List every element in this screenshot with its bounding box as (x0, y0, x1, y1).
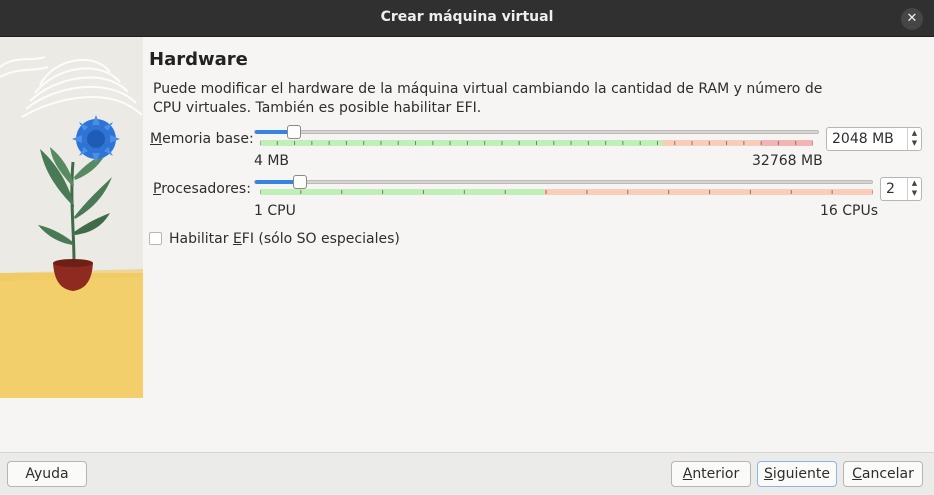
dialog-footer: Ayuda Anterior Siguiente Cancelar (0, 452, 934, 495)
title-bar: Crear máquina virtual ✕ (0, 0, 934, 37)
memory-slider[interactable] (254, 130, 819, 134)
processors-label: Procesadores: (153, 181, 251, 197)
memory-tick-marks (260, 141, 813, 145)
create-vm-dialog: Crear máquina virtual ✕ Hardware Puede m… (0, 0, 934, 495)
memory-slider-handle[interactable] (287, 125, 301, 139)
wizard-illustration (0, 37, 143, 398)
spin-arrows-icon[interactable]: ▲ ▼ (907, 128, 921, 150)
processors-tick-bar (260, 189, 873, 195)
processors-slider[interactable] (254, 180, 873, 184)
processors-min-label: 1 CPU (254, 203, 296, 219)
processors-max-label: 16 CPUs (820, 203, 879, 219)
memory-spinbox[interactable]: 2048 MB ▲ ▼ (826, 127, 922, 151)
efi-label[interactable]: Habilitar EFI (sólo SO especiales) (169, 231, 400, 247)
memory-max-label: 32768 MB (752, 153, 823, 169)
memory-tick-bar (260, 140, 813, 146)
back-button[interactable]: Anterior (671, 461, 751, 487)
memory-label: Memoria base: (150, 131, 254, 147)
cancel-button[interactable]: Cancelar (843, 461, 923, 487)
spin-arrows-icon[interactable]: ▲ ▼ (907, 178, 921, 200)
help-button[interactable]: Ayuda (7, 461, 87, 487)
page-description: Puede modificar el hardware de la máquin… (153, 81, 823, 116)
processors-slider-handle[interactable] (293, 175, 307, 189)
efi-checkbox[interactable] (149, 232, 162, 245)
processors-tick-marks (260, 190, 873, 194)
page-title: Hardware (149, 49, 248, 70)
memory-value[interactable]: 2048 MB (832, 131, 894, 147)
processors-spinbox[interactable]: 2 ▲ ▼ (880, 177, 922, 201)
close-icon[interactable]: ✕ (901, 8, 923, 30)
window-title: Crear máquina virtual (380, 9, 554, 25)
processors-value[interactable]: 2 (886, 181, 895, 197)
next-button[interactable]: Siguiente (757, 461, 837, 487)
memory-min-label: 4 MB (254, 153, 290, 169)
